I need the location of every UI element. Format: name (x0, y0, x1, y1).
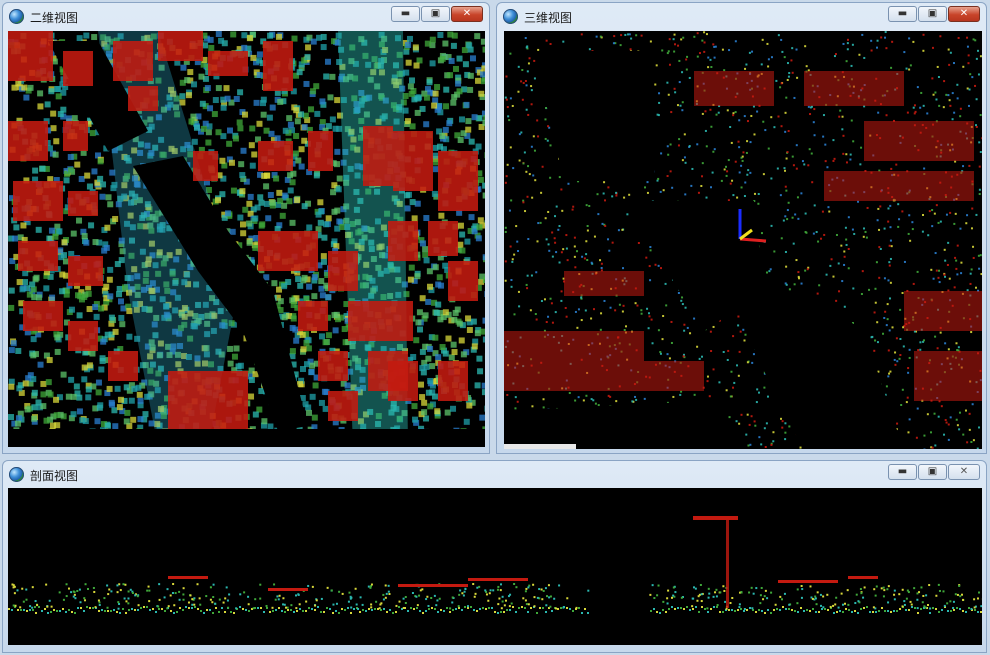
view3d-titlebar[interactable]: 三维视图 ▬ ▣ ✕ (497, 3, 986, 31)
scale-bar (504, 444, 576, 449)
view3d-title: 三维视图 (524, 11, 573, 25)
restore-button[interactable]: ▣ (918, 6, 947, 22)
restore-button[interactable]: ▣ (918, 464, 947, 480)
view3d-canvas[interactable] (504, 31, 982, 449)
close-button[interactable]: ✕ (451, 6, 483, 22)
close-button[interactable]: ✕ (948, 6, 980, 22)
restore-button[interactable]: ▣ (421, 6, 450, 22)
minimize-button[interactable]: ▬ (391, 6, 420, 22)
point-cloud-profile[interactable] (8, 488, 982, 645)
view2d-titlebar[interactable]: 二维视图 ▬ ▣ ✕ (3, 3, 489, 31)
point-cloud-2d[interactable] (8, 31, 485, 447)
minimize-button[interactable]: ▬ (888, 464, 917, 480)
view2d-title: 二维视图 (30, 11, 79, 25)
profile-canvas[interactable] (8, 488, 982, 645)
globe-icon (9, 467, 24, 482)
minimize-button[interactable]: ▬ (888, 6, 917, 22)
profile-titlebar[interactable]: 剖面视图 ▬ ▣ ✕ (3, 461, 986, 489)
profile-window[interactable]: 剖面视图 ▬ ▣ ✕ (2, 460, 987, 653)
view2d-window[interactable]: 二维视图 ▬ ▣ ✕ (2, 2, 490, 454)
view3d-window[interactable]: 三维视图 ▬ ▣ ✕ (496, 2, 987, 454)
axis-gizmo-icon (738, 209, 767, 243)
view2d-canvas[interactable] (8, 31, 485, 447)
globe-icon (9, 9, 24, 24)
profile-title: 剖面视图 (30, 469, 79, 483)
close-button[interactable]: ✕ (948, 464, 980, 480)
globe-icon (503, 9, 518, 24)
